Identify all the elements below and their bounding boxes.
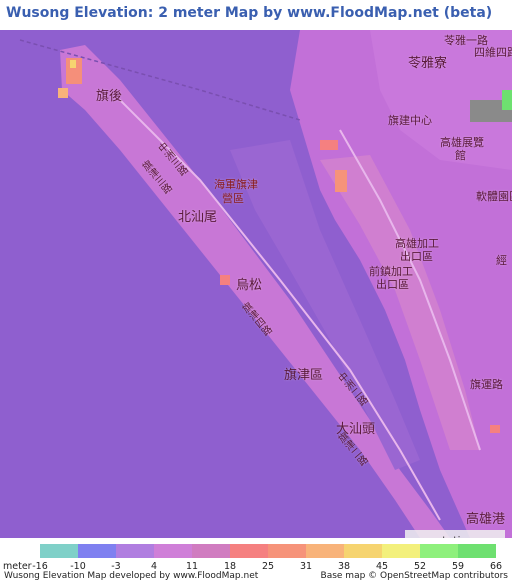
legend-swatch xyxy=(344,544,382,558)
hot-spot-3 xyxy=(220,275,230,285)
legend-swatch xyxy=(40,544,78,558)
legend-swatch xyxy=(420,544,458,558)
label-kaohsiung-port: 高雄港 xyxy=(466,512,506,527)
legend-swatches xyxy=(40,544,496,558)
footer-credit: Wusong Elevation Map developed by www.Fl… xyxy=(4,571,259,581)
label-qijin-district: 旗津區 xyxy=(284,368,324,383)
osm-badge-text: osm-static-maps xyxy=(409,534,501,539)
page-title: Wusong Elevation: 2 meter Map by www.Flo… xyxy=(6,5,493,21)
label-qihou: 旗後 xyxy=(96,89,123,104)
label-qiyun: 旗運路 xyxy=(470,378,503,391)
label-qianzhen-2: 出口區 xyxy=(376,278,409,291)
footer-basemap-credit: Base map © OpenStreetMap contributors xyxy=(320,571,508,581)
hot-spot-1 xyxy=(335,170,347,192)
label-software-park: 軟體園區 xyxy=(476,190,512,203)
legend-swatch xyxy=(154,544,192,558)
label-jing: 經 xyxy=(496,254,507,267)
label-wusong: 烏松 xyxy=(236,278,263,293)
osm-attribution-badge: osm-static-maps xyxy=(405,530,505,538)
legend-swatch xyxy=(382,544,420,558)
hot-spot-2 xyxy=(320,140,338,150)
label-sihai: 四維四路 xyxy=(474,46,512,59)
peak-qihou xyxy=(70,60,76,68)
label-hall: 館 xyxy=(455,149,466,162)
legend-swatch xyxy=(192,544,230,558)
legend-swatch xyxy=(306,544,344,558)
hot-spot-4 xyxy=(490,425,500,433)
legend-swatch xyxy=(458,544,496,558)
legend-swatch xyxy=(230,544,268,558)
legend-swatch xyxy=(116,544,154,558)
elevation-map[interactable]: 旗後 海軍旗津 營區 北汕尾 烏松 旗津區 大汕頭 高雄港 苓雅寮 旗建中心 高… xyxy=(0,30,512,538)
high-spot-east xyxy=(502,90,512,110)
legend-swatch xyxy=(268,544,306,558)
label-navy-2: 營區 xyxy=(222,192,244,205)
label-beishanwei: 北汕尾 xyxy=(178,210,218,225)
footer: Wusong Elevation Map developed by www.Fl… xyxy=(0,571,512,582)
hill-qihou-2 xyxy=(58,88,68,98)
legend-swatch xyxy=(78,544,116,558)
label-export-zone-2: 出口區 xyxy=(400,250,433,263)
label-qijian-center: 旗建中心 xyxy=(388,114,432,127)
title-bar: Wusong Elevation: 2 meter Map by www.Flo… xyxy=(0,0,512,30)
label-ciyazhai: 苓雅寮 xyxy=(408,56,448,71)
